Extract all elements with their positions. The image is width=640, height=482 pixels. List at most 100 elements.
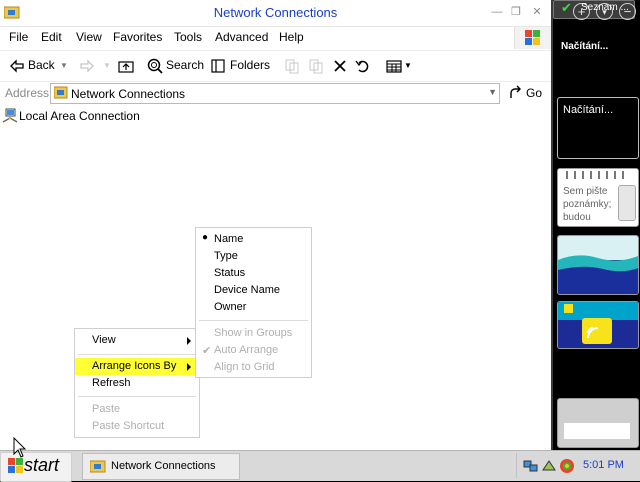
notes-control-icon[interactable] [618, 185, 636, 221]
address-dropdown-icon[interactable]: ▼ [488, 87, 497, 97]
menu-bar: File Edit View Favorites Tools Advanced … [0, 27, 551, 47]
minimize-button[interactable]: — [490, 6, 504, 19]
menu-favorites[interactable]: Favorites [113, 30, 162, 44]
toolbar: Back ▼ ▼ Search Folders ▼ [0, 50, 551, 82]
list-label: Seznam ... [581, 2, 629, 13]
folders-icon[interactable] [210, 57, 228, 75]
menu-item-label: Type [214, 250, 238, 262]
windows-flag-icon [8, 458, 23, 473]
submenu-arrow-icon [187, 337, 191, 345]
system-tray: 5:01 PM [516, 453, 639, 478]
clock[interactable]: 5:01 PM [583, 459, 624, 471]
menu-item-label: Arrange Icons By [92, 360, 177, 372]
submenu-item-name[interactable]: ● Name [196, 231, 311, 248]
folders-button[interactable]: Folders [230, 58, 270, 72]
undo-icon[interactable] [354, 57, 372, 75]
mouse-cursor-icon [13, 437, 27, 458]
notes-gadget[interactable]: Sem pište poznámky; budou [557, 168, 639, 227]
submenu-item-align-to-grid: Align to Grid [196, 359, 311, 376]
menu-divider [78, 396, 196, 397]
windows-logo-icon [514, 27, 551, 49]
search-icon[interactable] [146, 57, 164, 75]
menu-item-label: Name [214, 233, 244, 245]
submenu-item-type[interactable]: Type [196, 248, 311, 265]
arrange-icons-submenu: ● Name Type Status Device Name Owner Sho… [195, 227, 312, 378]
start-button[interactable]: start [0, 452, 72, 482]
menu-item-paste: Paste [75, 401, 199, 418]
copy-to-icon [309, 59, 323, 74]
feed-gadget[interactable] [557, 301, 639, 349]
start-label: start [24, 455, 60, 475]
window-title: Network Connections [213, 5, 338, 20]
sidebar: + ▾ − Načítání... Načítání... Sem pište … [551, 0, 640, 450]
network-connections-icon [90, 460, 106, 473]
forward-arrow-icon [80, 59, 94, 73]
title-bar[interactable]: Network Connections — ❐ ✕ [0, 0, 551, 27]
forward-dropdown-icon: ▼ [103, 61, 111, 70]
menu-divider [78, 354, 196, 355]
menu-item-label: Status [214, 267, 246, 279]
security-tray-icon[interactable] [559, 458, 575, 474]
taskbar-item-label: Network Connections [111, 460, 216, 472]
delete-icon[interactable] [331, 57, 349, 75]
menu-view[interactable]: View [76, 30, 102, 44]
menu-item-label: Paste [92, 403, 121, 415]
menu-edit[interactable]: Edit [41, 30, 62, 44]
menu-item-view[interactable]: View [75, 332, 199, 349]
submenu-item-device-name[interactable]: Device Name [196, 282, 311, 299]
menu-item-label: Refresh [92, 377, 131, 389]
submenu-item-show-in-groups: Show in Groups [196, 325, 311, 342]
menu-file[interactable]: File [9, 30, 28, 44]
menu-item-label: Auto Arrange [214, 344, 279, 356]
gadget-panel [564, 423, 630, 439]
submenu-arrow-icon [187, 363, 191, 371]
taskbar: start Network Connections 5:01 PM [0, 450, 640, 482]
menu-item-label: Paste Shortcut [92, 420, 165, 432]
address-label: Address [5, 86, 50, 100]
notes-text: Sem pište poznámky; budou [563, 186, 612, 223]
search-button[interactable]: Search [166, 58, 204, 72]
menu-item-label: Align to Grid [214, 361, 275, 373]
menu-item-label: Show in Groups [214, 327, 293, 339]
slideshow-image [558, 236, 638, 294]
menu-item-label: Device Name [214, 284, 281, 296]
restore-button[interactable]: ❐ [509, 6, 523, 19]
go-label: Go [526, 86, 543, 100]
device-tray-icon[interactable] [541, 458, 557, 474]
address-value: Network Connections [71, 87, 186, 101]
move-to-icon [285, 59, 299, 74]
submenu-item-owner[interactable]: Owner [196, 299, 311, 316]
up-folder-icon[interactable] [117, 57, 135, 75]
menu-tools[interactable]: Tools [174, 30, 202, 44]
network-tray-icon[interactable] [523, 458, 539, 474]
loading-label: Načítání... [563, 104, 614, 116]
go-arrow-icon [510, 85, 521, 98]
context-menu: View Arrange Icons By Refresh Paste Past… [74, 328, 200, 438]
back-button[interactable]: Back [28, 58, 55, 72]
close-button[interactable]: ✕ [530, 6, 544, 19]
taskbar-item-network-connections[interactable]: Network Connections [82, 453, 240, 480]
views-icon[interactable] [385, 57, 403, 75]
menu-item-arrange-icons-by[interactable]: Arrange Icons By [75, 358, 199, 375]
network-connection-icon [2, 108, 18, 123]
go-button[interactable]: Go [506, 84, 548, 102]
menu-advanced[interactable]: Advanced [215, 30, 268, 44]
blank-gadget[interactable] [557, 398, 639, 448]
slideshow-gadget[interactable] [557, 235, 639, 295]
rss-feed-icon [558, 302, 638, 348]
checkmark-icon: ✔ [202, 345, 212, 357]
notepad-rings [558, 169, 638, 181]
back-arrow-icon[interactable] [8, 57, 26, 75]
views-dropdown-icon[interactable]: ▼ [404, 61, 412, 70]
address-bar: Address Network Connections ▼ Go [0, 82, 551, 104]
item-label: Local Area Connection [19, 109, 140, 123]
menu-help[interactable]: Help [279, 30, 304, 44]
loading-gadget[interactable]: Načítání... [557, 97, 639, 159]
menu-item-paste-shortcut: Paste Shortcut [75, 418, 199, 435]
submenu-item-status[interactable]: Status [196, 265, 311, 282]
address-input[interactable]: Network Connections ▼ [50, 83, 500, 104]
selected-bullet-icon: ● [202, 232, 209, 243]
menu-item-refresh[interactable]: Refresh [75, 375, 199, 392]
submenu-item-auto-arrange: ✔ Auto Arrange [196, 342, 311, 359]
back-dropdown-icon[interactable]: ▼ [60, 61, 68, 70]
